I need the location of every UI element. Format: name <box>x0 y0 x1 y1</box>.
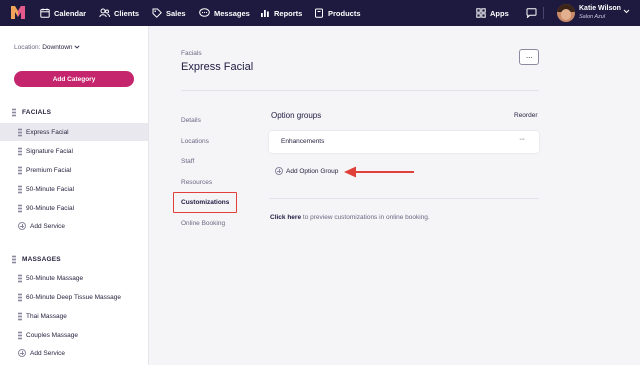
chevron-down-icon[interactable] <box>623 9 630 14</box>
page-title: Express Facial <box>181 61 254 73</box>
nav-products-label: Products <box>328 8 361 18</box>
header-divider <box>181 90 539 91</box>
add-category-button[interactable]: Add Category <box>14 71 134 87</box>
location-value[interactable]: Downtown <box>42 44 72 51</box>
service-label: Signature Facial <box>26 147 73 155</box>
user-business: Salon Azul <box>579 14 606 20</box>
service-label: 50-Minute Massage <box>26 274 84 282</box>
calendar-icon <box>40 8 50 18</box>
app-logo[interactable] <box>11 6 25 19</box>
reorder-button[interactable]: Reorder <box>514 112 537 119</box>
sidebar-item-signature-facial[interactable]: Signature Facial <box>0 142 148 160</box>
nav-products[interactable]: Products <box>314 0 361 26</box>
sidebar-item-express-facial[interactable]: Express Facial <box>0 123 148 141</box>
annotation-highlight-box <box>173 192 237 213</box>
add-service-label: Add Service <box>30 222 66 230</box>
category-header-massages[interactable]: MASSAGES <box>12 255 61 264</box>
service-label: Express Facial <box>26 128 69 136</box>
add-option-group-label: Add Option Group <box>286 167 339 175</box>
drag-handle-icon[interactable] <box>18 127 22 137</box>
preview-text: Click here to preview customizations in … <box>270 214 430 221</box>
plus-circle-icon <box>275 167 283 175</box>
service-label: Couples Massage <box>26 331 79 339</box>
sidebar-item-50-minute-massage[interactable]: 50-Minute Massage <box>0 269 148 287</box>
add-option-group-button[interactable]: Add Option Group <box>275 167 338 175</box>
option-groups-title: Option groups <box>271 111 322 120</box>
nav-apps[interactable]: Apps <box>476 0 509 26</box>
tab-resources[interactable]: Resources <box>181 179 212 186</box>
nav-messages[interactable]: Messages <box>199 0 250 26</box>
tab-staff[interactable]: Staff <box>181 158 194 165</box>
service-label: 90-Minute Facial <box>26 204 75 212</box>
drag-handle-icon[interactable] <box>12 255 16 264</box>
add-service-label: Add Service <box>30 349 66 357</box>
drag-handle-icon[interactable] <box>18 330 22 340</box>
drag-handle-icon[interactable] <box>18 165 22 175</box>
add-service-button[interactable]: Add Service <box>18 222 65 230</box>
service-label: Premium Facial <box>26 166 72 174</box>
tab-locations[interactable]: Locations <box>181 138 209 145</box>
tab-details[interactable]: Details <box>181 117 201 124</box>
service-label: Thai Massage <box>26 312 67 320</box>
nav-messages-label: Messages <box>214 8 250 18</box>
nav-sales[interactable]: Sales <box>152 0 186 26</box>
preview-text-rest: to preview customizations in online book… <box>301 214 430 221</box>
option-group-more-button[interactable]: ··· <box>519 136 525 143</box>
nav-sales-label: Sales <box>166 8 186 18</box>
chat-icon <box>199 8 210 17</box>
sidebar-item-50-minute-facial[interactable]: 50-Minute Facial <box>0 180 148 198</box>
service-label: 60-Minute Deep Tissue Massage <box>26 293 122 301</box>
tab-online-booking[interactable]: Online Booking <box>181 220 225 227</box>
location-label: Location: <box>14 44 41 51</box>
drag-handle-icon[interactable] <box>18 184 22 194</box>
tag-icon <box>152 8 162 18</box>
nav-clients[interactable]: Clients <box>99 0 139 26</box>
chat-bubble-icon[interactable] <box>526 8 537 18</box>
option-group-card[interactable]: Enhancements ··· <box>269 131 539 153</box>
sidebar: Location: Downtown Add Category FACIALS … <box>0 26 149 365</box>
category-title: MASSAGES <box>22 256 61 263</box>
nav-calendar[interactable]: Calendar <box>40 0 86 26</box>
sidebar-item-thai-massage[interactable]: Thai Massage <box>0 307 148 325</box>
sidebar-item-60-minute-deep-tissue-massage[interactable]: 60-Minute Deep Tissue Massage <box>0 288 148 306</box>
drag-handle-icon[interactable] <box>18 311 22 321</box>
category-title: FACIALS <box>22 109 52 116</box>
preview-link[interactable]: Click here <box>270 214 301 221</box>
drag-handle-icon[interactable] <box>18 146 22 156</box>
category-header-facials[interactable]: FACIALS <box>12 108 51 117</box>
box-icon <box>315 8 323 18</box>
plus-circle-icon <box>18 222 26 230</box>
add-service-button[interactable]: Add Service <box>18 349 65 357</box>
chevron-down-icon <box>74 45 80 49</box>
nav-reports[interactable]: Reports <box>260 0 302 26</box>
top-nav: Calendar Clients Sales Messages Reports … <box>0 0 640 26</box>
option-group-label: Enhancements <box>281 138 325 145</box>
breadcrumb[interactable]: Facials <box>181 50 202 57</box>
user-name[interactable]: Katie Wilson <box>579 5 621 12</box>
drag-handle-icon[interactable] <box>18 273 22 283</box>
section-divider <box>269 198 539 199</box>
drag-handle-icon[interactable] <box>18 292 22 302</box>
bar-chart-icon <box>261 10 269 17</box>
drag-handle-icon[interactable] <box>18 203 22 213</box>
avatar[interactable] <box>557 4 575 22</box>
drag-handle-icon[interactable] <box>12 108 16 117</box>
nav-separator <box>543 7 544 19</box>
more-options-button[interactable]: ··· <box>519 49 539 65</box>
nav-clients-label: Clients <box>114 8 140 18</box>
users-icon <box>99 8 110 18</box>
sidebar-item-couples-massage[interactable]: Couples Massage <box>0 326 148 344</box>
plus-circle-icon <box>18 349 26 357</box>
location-selector[interactable]: Location: Downtown <box>14 44 80 51</box>
nav-reports-label: Reports <box>274 8 303 18</box>
apps-grid-icon <box>476 8 486 18</box>
annotation-arrow-icon <box>344 166 414 178</box>
sidebar-item-premium-facial[interactable]: Premium Facial <box>0 161 148 179</box>
nav-apps-label: Apps <box>490 8 509 18</box>
nav-calendar-label: Calendar <box>54 8 87 18</box>
sidebar-item-90-minute-facial[interactable]: 90-Minute Facial <box>0 199 148 217</box>
service-label: 50-Minute Facial <box>26 185 75 193</box>
